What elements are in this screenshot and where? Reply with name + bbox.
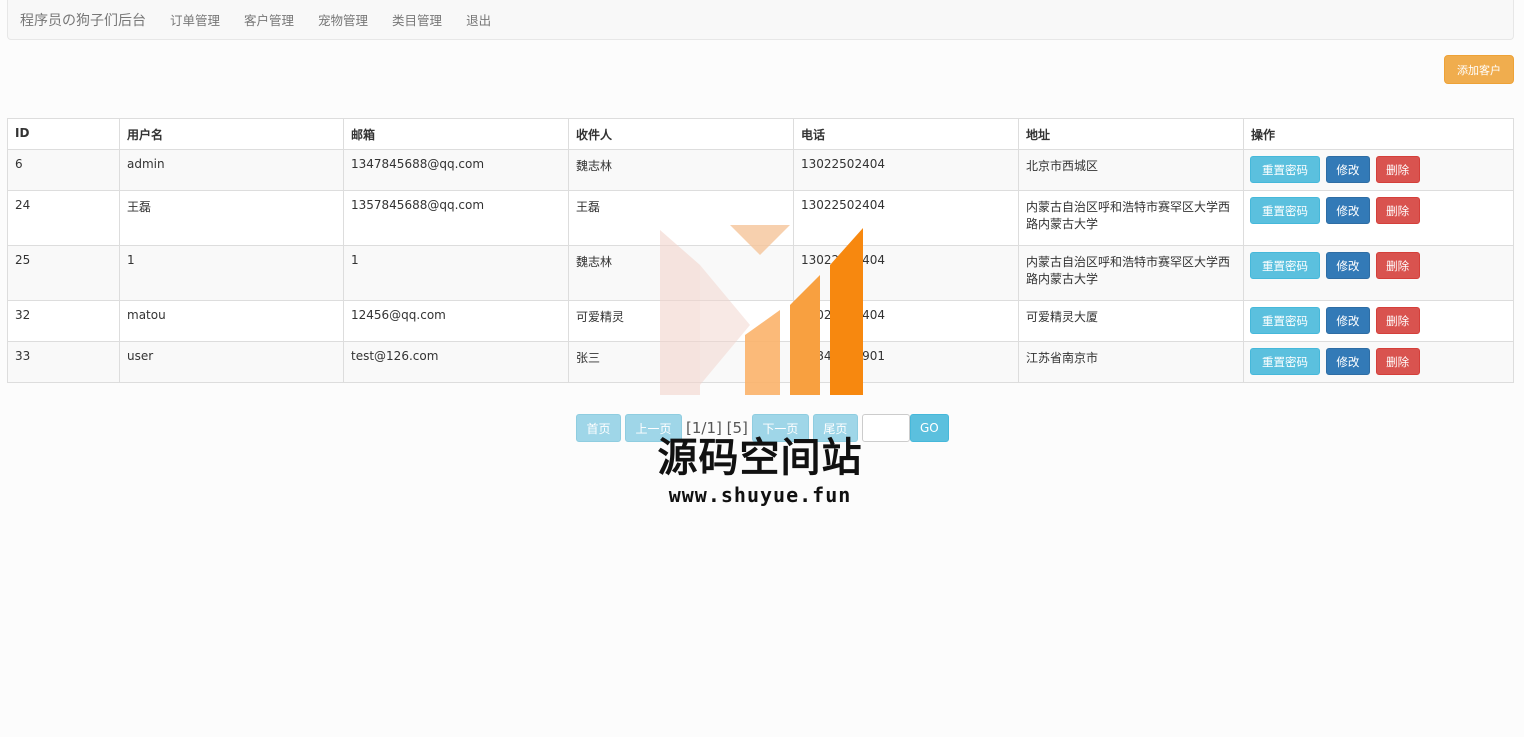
page-number-input[interactable]	[861, 414, 910, 442]
table-row: 24 王磊 1357845688@qq.com 王磊 13022502404 内…	[7, 190, 1514, 246]
nav-logout[interactable]: 退出	[466, 10, 491, 29]
cell-phone: 18845669901	[793, 341, 1019, 383]
cell-address: 内蒙古自治区呼和浩特市赛罕区大学西路内蒙古大学	[1018, 245, 1244, 301]
cell-phone: 13022502404	[793, 149, 1019, 191]
delete-button[interactable]: 删除	[1375, 307, 1420, 334]
table-row: 33 user test@126.com 张三 18845669901 江苏省南…	[7, 341, 1514, 383]
cell-actions: 重置密码 修改 删除	[1243, 245, 1514, 301]
reset-password-button[interactable]: 重置密码	[1250, 197, 1320, 224]
cell-actions: 重置密码 修改 删除	[1243, 149, 1514, 191]
cell-email: 12456@qq.com	[343, 300, 569, 342]
cell-username: 王磊	[119, 190, 344, 246]
delete-button[interactable]: 删除	[1375, 252, 1420, 279]
cell-id: 6	[7, 149, 120, 191]
delete-button[interactable]: 删除	[1375, 348, 1420, 375]
cell-id: 25	[7, 245, 120, 301]
col-address: 地址	[1018, 118, 1244, 150]
col-phone: 电话	[793, 118, 1019, 150]
cell-recipient: 王磊	[568, 190, 794, 246]
add-customer-button[interactable]: 添加客户	[1444, 55, 1514, 84]
edit-button[interactable]: 修改	[1325, 197, 1370, 224]
page-info: [1/1] [5]	[686, 419, 748, 437]
cell-username: admin	[119, 149, 344, 191]
cell-id: 33	[7, 341, 120, 383]
cell-recipient: 魏志林	[568, 245, 794, 301]
col-username: 用户名	[119, 118, 344, 150]
nav-pets[interactable]: 宠物管理	[318, 10, 368, 29]
watermark-url: www.shuyue.fun	[668, 483, 852, 507]
brand-title[interactable]: 程序员の狗子们后台	[20, 10, 146, 30]
nav-categories[interactable]: 类目管理	[392, 10, 442, 29]
cell-phone: 13022502404	[793, 245, 1019, 301]
cell-actions: 重置密码 修改 删除	[1243, 190, 1514, 246]
edit-button[interactable]: 修改	[1325, 307, 1370, 334]
edit-button[interactable]: 修改	[1325, 156, 1370, 183]
go-button[interactable]: GO	[909, 414, 949, 442]
col-id: ID	[7, 118, 120, 150]
pagination: 首页 上一页 [1/1] [5] 下一页 尾页 GO	[576, 414, 949, 442]
cell-phone: 13022502404	[793, 190, 1019, 246]
cell-actions: 重置密码 修改 删除	[1243, 341, 1514, 383]
cell-email: 1357845688@qq.com	[343, 190, 569, 246]
cell-email: 1	[343, 245, 569, 301]
cell-username: 1	[119, 245, 344, 301]
cell-recipient: 可爱精灵	[568, 300, 794, 342]
cell-username: matou	[119, 300, 344, 342]
table-header-row: ID 用户名 邮箱 收件人 电话 地址 操作	[7, 118, 1514, 150]
cell-recipient: 张三	[568, 341, 794, 383]
cell-id: 24	[7, 190, 120, 246]
first-page-button[interactable]: 首页	[576, 414, 621, 442]
delete-button[interactable]: 删除	[1375, 156, 1420, 183]
table-row: 32 matou 12456@qq.com 可爱精灵 13022502404 可…	[7, 300, 1514, 342]
top-navbar: 程序员の狗子们后台 订单管理 客户管理 宠物管理 类目管理 退出	[7, 0, 1514, 40]
cell-id: 32	[7, 300, 120, 342]
nav-customers[interactable]: 客户管理	[244, 10, 294, 29]
customer-table: ID 用户名 邮箱 收件人 电话 地址 操作 6 admin 134784568…	[7, 118, 1514, 383]
cell-address: 可爱精灵大厦	[1018, 300, 1244, 342]
nav-orders[interactable]: 订单管理	[170, 10, 220, 29]
reset-password-button[interactable]: 重置密码	[1250, 252, 1320, 279]
cell-email: test@126.com	[343, 341, 569, 383]
next-page-button[interactable]: 下一页	[751, 414, 809, 442]
cell-email: 1347845688@qq.com	[343, 149, 569, 191]
col-email: 邮箱	[343, 118, 569, 150]
delete-button[interactable]: 删除	[1375, 197, 1420, 224]
cell-phone: 13022502404	[793, 300, 1019, 342]
table-row: 25 1 1 魏志林 13022502404 内蒙古自治区呼和浩特市赛罕区大学西…	[7, 245, 1514, 301]
cell-recipient: 魏志林	[568, 149, 794, 191]
edit-button[interactable]: 修改	[1325, 348, 1370, 375]
cell-address: 江苏省南京市	[1018, 341, 1244, 383]
cell-username: user	[119, 341, 344, 383]
cell-address: 内蒙古自治区呼和浩特市赛罕区大学西路内蒙古大学	[1018, 190, 1244, 246]
prev-page-button[interactable]: 上一页	[625, 414, 682, 442]
table-row: 6 admin 1347845688@qq.com 魏志林 1302250240…	[7, 149, 1514, 191]
reset-password-button[interactable]: 重置密码	[1250, 156, 1320, 183]
cell-actions: 重置密码 修改 删除	[1243, 300, 1514, 342]
col-actions: 操作	[1243, 118, 1514, 150]
last-page-button[interactable]: 尾页	[812, 414, 858, 442]
edit-button[interactable]: 修改	[1325, 252, 1370, 279]
reset-password-button[interactable]: 重置密码	[1250, 307, 1320, 334]
cell-address: 北京市西城区	[1018, 149, 1244, 191]
reset-password-button[interactable]: 重置密码	[1250, 348, 1320, 375]
col-recipient: 收件人	[568, 118, 794, 150]
